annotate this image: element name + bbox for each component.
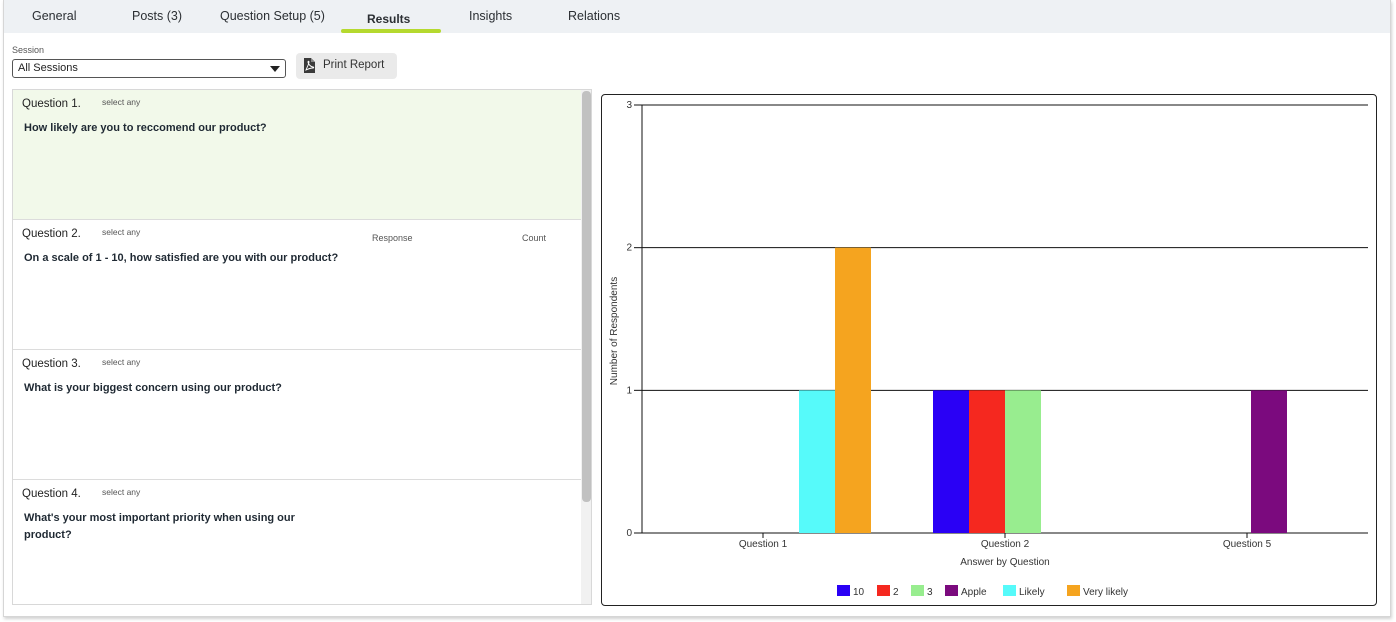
question-card[interactable]: Question 2. select any Response Count On… bbox=[13, 220, 581, 350]
count-column-header: Count bbox=[522, 233, 547, 243]
legend-label: 2 bbox=[893, 587, 899, 598]
bar bbox=[799, 390, 835, 533]
session-label: Session bbox=[12, 45, 45, 55]
tab-insights[interactable]: Insights bbox=[469, 9, 512, 23]
results-chart: 0 1 2 3 Question 1 Question 2 Question 5 Answer… bbox=[601, 94, 1377, 606]
bar bbox=[933, 390, 969, 533]
response-column-header: Response bbox=[372, 233, 413, 243]
x-tick-label: Question 1 bbox=[739, 539, 788, 550]
question-card[interactable]: Question 3. select any What is your bigg… bbox=[13, 350, 581, 480]
results-panel: General Posts (3) Question Setup (5) Res… bbox=[3, 0, 1391, 617]
x-axis-title: Answer by Question bbox=[960, 557, 1050, 568]
question-text: On a scale of 1 - 10, how satisfied are … bbox=[24, 252, 339, 264]
question-list: Question 1. select any How likely are yo… bbox=[12, 89, 592, 605]
question-text: What's your most important priority when… bbox=[24, 512, 295, 541]
legend-label: Very likely bbox=[1083, 587, 1128, 598]
legend-label: 10 bbox=[853, 587, 865, 598]
legend-swatch bbox=[945, 585, 958, 596]
question-number: Question 3. bbox=[22, 358, 81, 370]
y-tick-label: 1 bbox=[626, 385, 632, 396]
question-number: Question 1. bbox=[22, 98, 81, 110]
tab-posts[interactable]: Posts (3) bbox=[132, 9, 182, 23]
legend-swatch bbox=[1003, 585, 1016, 596]
question-type: select any bbox=[102, 227, 141, 237]
print-report-label: Print Report bbox=[323, 59, 385, 71]
session-select[interactable]: All Sessions bbox=[12, 59, 286, 78]
y-tick-label: 3 bbox=[626, 100, 632, 111]
tab-question-setup[interactable]: Question Setup (5) bbox=[220, 9, 325, 23]
question-card[interactable]: Question 4. select any What's your most … bbox=[13, 480, 581, 604]
pdf-icon bbox=[304, 58, 315, 73]
question-number: Question 2. bbox=[22, 228, 81, 240]
tab-relations[interactable]: Relations bbox=[568, 9, 620, 23]
bar bbox=[969, 390, 1005, 533]
legend-swatch bbox=[1067, 585, 1080, 596]
question-text: How likely are you to reccomend our prod… bbox=[24, 122, 267, 134]
tab-bar: General Posts (3) Question Setup (5) Res… bbox=[4, 0, 1390, 33]
question-type: select any bbox=[102, 97, 141, 107]
question-text: What is your biggest concern using our p… bbox=[24, 382, 282, 394]
scrollbar[interactable] bbox=[581, 90, 591, 604]
legend-swatch bbox=[837, 585, 850, 596]
question-number: Question 4. bbox=[22, 488, 81, 500]
scrollbar-thumb[interactable] bbox=[582, 91, 591, 502]
print-report-button[interactable]: Print Report bbox=[296, 53, 397, 79]
question-card[interactable]: Question 1. select any How likely are yo… bbox=[13, 90, 581, 220]
active-tab-indicator bbox=[341, 29, 441, 33]
y-tick-label: 0 bbox=[626, 528, 632, 539]
chevron-down-icon bbox=[270, 66, 280, 72]
legend-label: Likely bbox=[1019, 587, 1045, 598]
legend-label: 3 bbox=[927, 587, 933, 598]
session-select-value: All Sessions bbox=[18, 62, 78, 74]
question-type: select any bbox=[102, 487, 141, 497]
bar-chart: 0 1 2 3 Question 1 Question 2 Question 5 Answer… bbox=[609, 100, 1368, 598]
bar bbox=[1251, 390, 1287, 533]
question-type: select any bbox=[102, 357, 141, 367]
tab-general[interactable]: General bbox=[32, 9, 76, 23]
x-tick-label: Question 5 bbox=[1223, 539, 1272, 550]
tab-results[interactable]: Results bbox=[367, 12, 410, 26]
legend-swatch bbox=[877, 585, 890, 596]
legend-swatch bbox=[911, 585, 924, 596]
bar bbox=[1005, 390, 1041, 533]
legend-label: Apple bbox=[961, 587, 987, 598]
y-axis-title: Number of Respondents bbox=[609, 277, 620, 385]
x-tick-label: Question 2 bbox=[981, 539, 1030, 550]
y-tick-label: 2 bbox=[626, 243, 632, 254]
bar bbox=[835, 247, 871, 533]
